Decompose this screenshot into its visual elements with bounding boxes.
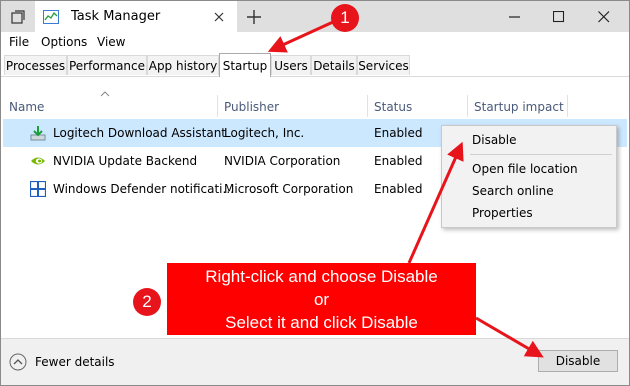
arrow-to-startup-tab bbox=[267, 20, 334, 53]
annotation-arrows bbox=[267, 20, 544, 358]
arrow-to-disable-menu bbox=[407, 141, 464, 264]
arrow-to-disable-button bbox=[475, 316, 544, 358]
